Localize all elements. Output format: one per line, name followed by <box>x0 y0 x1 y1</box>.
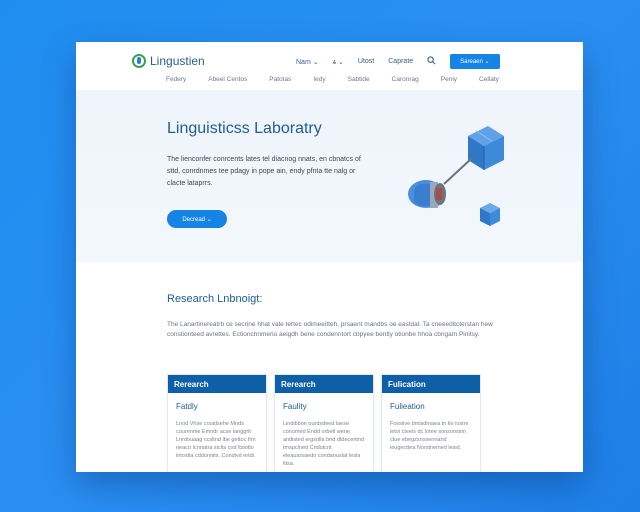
main-nav: Nam ⌄ ѧ ⌄ Utost Caprate Sareaen ⌄ <box>296 54 500 69</box>
subnav-item-1[interactable]: Federy <box>166 76 186 83</box>
hero-cta-button[interactable]: Decread ⌄ <box>167 210 227 228</box>
card-header: Fulication <box>382 375 480 393</box>
subnav-item-4[interactable]: Iedy <box>313 76 325 83</box>
hero-description: The lienconfer conrcents lates tel diacn… <box>167 156 361 187</box>
hero-title: Linguisticss Laboratry <box>167 120 322 137</box>
subnav-item-6[interactable]: Caronrag <box>392 76 419 83</box>
card-title: Faulity <box>283 402 307 411</box>
nav-item-2[interactable]: ѧ ⌄ <box>333 58 344 66</box>
logo[interactable]: Lingustien <box>132 54 205 68</box>
browser-window: Lingustien Nam ⌄ ѧ ⌄ Utost Caprate Sarea… <box>76 42 583 472</box>
top-cta-button[interactable]: Sareaen ⌄ <box>450 54 500 69</box>
search-icon[interactable] <box>427 56 436 67</box>
card-text: Fossiive bmlsdmaea tn tio iostre letoi c… <box>390 421 469 451</box>
nav-item-1[interactable]: Nam ⌄ <box>296 58 319 66</box>
subnav-item-5[interactable]: Sabtide <box>348 76 370 83</box>
card-text: Lindibbon ourdsdeed laese conomed Endd o… <box>283 421 365 467</box>
subnav-item-2[interactable]: Abeel Centos <box>208 76 247 83</box>
card-2[interactable]: Rerearch Faulity Lindibbon ourdsdeed lae… <box>274 374 374 472</box>
card-header: Rerearch <box>168 375 266 393</box>
cube-icon-large <box>468 126 504 170</box>
card-title: Fulieation <box>390 402 425 411</box>
subnav-item-3[interactable]: Patotas <box>269 76 291 83</box>
card-title: Fatdly <box>176 402 198 411</box>
card-3[interactable]: Fulication Fulieation Fossiive bmlsdmaea… <box>381 374 481 472</box>
nav-item-3[interactable]: Utost <box>358 58 374 65</box>
nav-item-4[interactable]: Caprate <box>388 58 413 65</box>
logo-text: Lingustien <box>150 54 205 68</box>
subnav-item-8[interactable]: Cellaty <box>479 76 499 83</box>
subnav-item-7[interactable]: Peniy <box>441 76 457 83</box>
cube-icon-small <box>480 203 500 226</box>
card-header: Rerearch <box>275 375 373 393</box>
research-section-title: Research Lnbnoigt: <box>167 293 263 305</box>
hero-section: Linguisticss Laboratry The lienconfer co… <box>76 90 583 262</box>
hero-cubes-illustration <box>408 126 504 226</box>
cylinder-icon <box>408 180 446 208</box>
sub-navigation: Federy Abeel Centos Patotas Iedy Sabtide… <box>166 76 499 83</box>
logo-icon <box>132 54 146 68</box>
card-row: Rerearch Fatdly Lnod Vhse couidsehe Mnds… <box>167 374 481 472</box>
top-navigation: Lingustien Nam ⌄ ѧ ⌄ Utost Caprate Sarea… <box>76 42 583 91</box>
card-text: Lnod Vhse couidsehe Mnds courenme Emndr … <box>176 421 256 459</box>
card-1[interactable]: Rerearch Fatdly Lnod Vhse couidsehe Mnds… <box>167 374 267 472</box>
research-section-description: The Lanartinereatrb ce secrine hhat vale… <box>167 321 493 338</box>
